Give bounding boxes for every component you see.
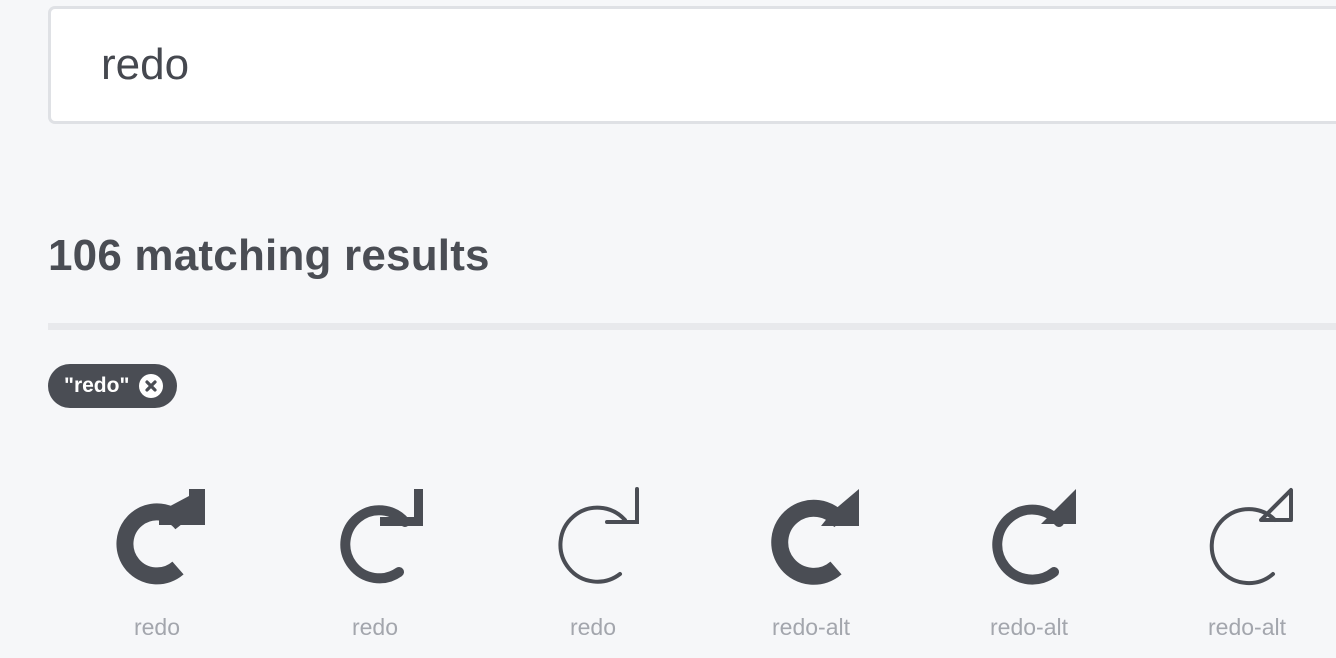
icon-result-item[interactable]: redo [484,478,702,658]
icon-result-item[interactable]: redo-alt [702,478,920,658]
icon-result-item[interactable]: redo [266,478,484,658]
redo-alt-icon [992,489,1076,585]
redo-alt-icon [1209,488,1293,586]
icon-result-label: redo-alt [1208,614,1286,640]
redo-alt-icon [771,489,859,585]
icon-result-item[interactable]: redo [48,478,266,658]
divider [48,323,1336,330]
icon-result-label: redo-alt [772,614,850,640]
filter-chip-redo[interactable]: "redo" [48,364,178,408]
icon-result-label: redo-alt [990,614,1068,640]
icon-result-label: redo [133,614,181,640]
icon-result-item[interactable]: redo-alt [920,478,1138,658]
redo-icon [340,489,423,584]
redo-icon [116,489,205,585]
redo-icon [558,487,639,584]
filter-chip-label: "redo" [64,374,130,397]
icon-result-label: redo [351,614,399,640]
icon-results-grid: redo redo redo redo-alt redo-alt redo-al… [48,478,1336,658]
icon-result-item[interactable]: redo-alt [1138,478,1336,658]
close-circle-icon[interactable] [139,374,164,398]
icon-result-label: redo [569,614,617,640]
results-count-heading: 106 matching results [48,231,490,280]
search-box[interactable] [48,6,1336,124]
search-input[interactable] [101,9,1301,121]
